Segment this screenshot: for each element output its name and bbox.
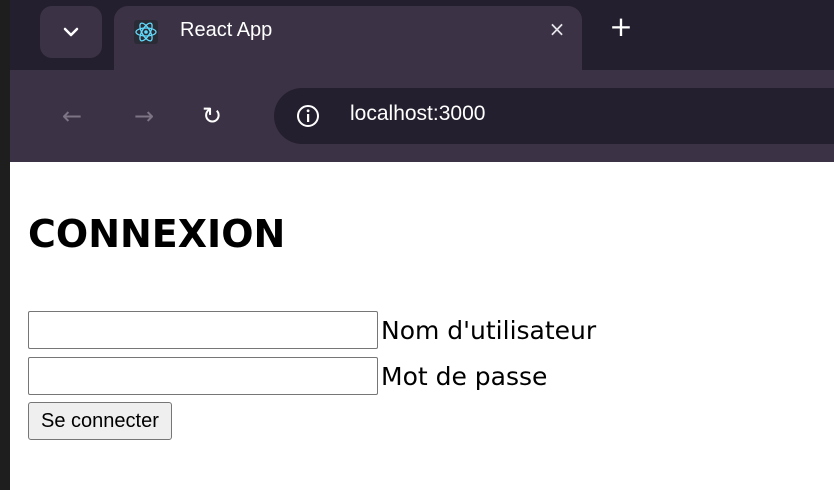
- tab-title: React App: [180, 19, 273, 41]
- info-icon[interactable]: [294, 102, 322, 130]
- browser-toolbar: ← → ↻ localhost:3000: [10, 70, 834, 162]
- react-logo-icon: [134, 20, 158, 44]
- new-tab-button[interactable]: +: [606, 12, 636, 42]
- tab-react-app[interactable]: React App ×: [114, 6, 582, 70]
- username-row: Nom d'utilisateur: [28, 310, 596, 350]
- page-title: CONNEXION: [28, 212, 286, 256]
- close-icon[interactable]: ×: [542, 14, 572, 44]
- tab-strip: React App × +: [10, 0, 834, 70]
- password-row: Mot de passe: [28, 356, 547, 396]
- forward-arrow-icon[interactable]: →: [128, 100, 160, 132]
- reload-icon[interactable]: ↻: [196, 100, 228, 132]
- tab-list-button[interactable]: [40, 6, 102, 58]
- username-input[interactable]: [28, 311, 378, 349]
- page-content: CONNEXION Nom d'utilisateur Mot de passe…: [10, 162, 834, 490]
- address-bar[interactable]: localhost:3000: [274, 88, 834, 144]
- chevron-down-icon: [63, 27, 79, 37]
- back-arrow-icon[interactable]: ←: [56, 100, 88, 132]
- window-left-edge: [0, 0, 10, 490]
- username-label: Nom d'utilisateur: [381, 315, 597, 345]
- password-input[interactable]: [28, 357, 378, 395]
- password-label: Mot de passe: [381, 361, 548, 391]
- url-text: localhost:3000: [350, 102, 486, 125]
- login-button[interactable]: Se connecter: [28, 402, 172, 440]
